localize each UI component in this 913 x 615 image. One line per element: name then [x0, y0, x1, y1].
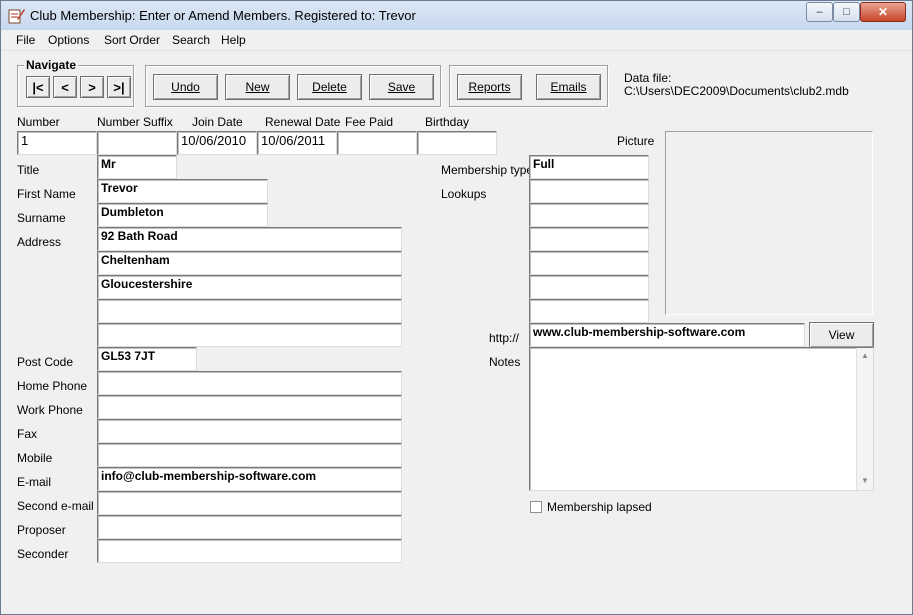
window-title: Club Membership: Enter or Amend Members.… — [30, 8, 416, 23]
menu-help[interactable]: Help — [221, 33, 246, 47]
renewal-date-field[interactable]: 10/06/2011 — [257, 131, 337, 155]
proposer-label: Proposer — [17, 523, 66, 537]
proposer-field[interactable] — [97, 515, 402, 539]
app-icon — [8, 9, 25, 24]
navigate-legend: Navigate — [24, 58, 79, 72]
first-name-field[interactable]: Trevor — [97, 179, 268, 203]
app-window: Club Membership: Enter or Amend Members.… — [0, 0, 913, 615]
minimize-icon: ‒ — [816, 6, 823, 18]
surname-field[interactable]: Dumbleton — [97, 203, 268, 227]
lookup-field-3[interactable] — [529, 227, 649, 251]
seconder-label: Seconder — [17, 547, 69, 561]
address-line-3-field[interactable]: Gloucestershire — [97, 275, 402, 299]
home-phone-label: Home Phone — [17, 379, 88, 393]
mobile-field[interactable] — [97, 443, 402, 467]
scroll-up-icon[interactable]: ▲ — [861, 351, 869, 360]
notes-scrollbar[interactable]: ▲ ▼ — [856, 348, 873, 490]
address-line-5-field[interactable] — [97, 323, 402, 347]
membership-type-label: Membership type — [441, 163, 534, 177]
lookup-field-5[interactable] — [529, 275, 649, 299]
minimize-button[interactable]: ‒ — [806, 2, 833, 22]
emails-button[interactable]: Emails — [536, 74, 601, 100]
delete-button[interactable]: Delete — [297, 74, 362, 100]
home-phone-field[interactable] — [97, 371, 402, 395]
membership-lapsed-checkbox[interactable] — [530, 501, 542, 513]
reports-button[interactable]: Reports — [457, 74, 522, 100]
data-file-path: C:\Users\DEC2009\Documents\club2.mdb — [624, 84, 849, 98]
title-bar: Club Membership: Enter or Amend Members.… — [1, 1, 912, 30]
website-field[interactable]: www.club-membership-software.com — [529, 323, 805, 347]
email-label: E-mail — [17, 475, 52, 489]
membership-lapsed-label: Membership lapsed — [547, 500, 652, 514]
fee-paid-field[interactable] — [337, 131, 417, 155]
picture-label: Picture — [617, 134, 655, 148]
mobile-label: Mobile — [17, 451, 53, 465]
new-button[interactable]: New — [225, 74, 290, 100]
fee-paid-label: Fee Paid — [345, 115, 394, 129]
scroll-down-icon[interactable]: ▼ — [861, 476, 869, 485]
last-record-button[interactable]: >| — [107, 76, 131, 98]
close-icon: ✕ — [877, 5, 889, 19]
notes-textarea[interactable] — [529, 347, 874, 491]
email-field[interactable]: info@club-membership-software.com — [97, 467, 402, 491]
birthday-label: Birthday — [425, 115, 470, 129]
membership-type-field[interactable]: Full — [529, 155, 649, 179]
post-code-label: Post Code — [17, 355, 74, 369]
post-code-field[interactable]: GL53 7JT — [97, 347, 197, 371]
lookup-field-6[interactable] — [529, 299, 649, 323]
number-field[interactable]: 1 — [17, 131, 97, 155]
first-record-button[interactable]: |< — [26, 76, 50, 98]
first-name-label: First Name — [17, 187, 76, 201]
birthday-field[interactable] — [417, 131, 497, 155]
menu-sort-order[interactable]: Sort Order — [104, 33, 160, 47]
menu-file[interactable]: File — [16, 33, 35, 47]
second-email-label: Second e-mail — [17, 499, 94, 513]
data-file-label: Data file: — [624, 71, 672, 85]
picture-box[interactable] — [665, 131, 873, 315]
maximize-button[interactable]: □ — [833, 2, 860, 22]
menu-bar: File Options Sort Order Search Help — [1, 30, 912, 51]
second-email-field[interactable] — [97, 491, 402, 515]
title-label: Title — [17, 163, 40, 177]
menu-options[interactable]: Options — [48, 33, 89, 47]
fax-label: Fax — [17, 427, 38, 441]
number-label: Number — [17, 115, 60, 129]
lookups-label: Lookups — [441, 187, 487, 201]
renewal-date-label: Renewal Date — [265, 115, 341, 129]
lookup-field-1[interactable] — [529, 179, 649, 203]
next-record-button[interactable]: > — [80, 76, 104, 98]
maximize-icon: □ — [843, 6, 850, 18]
address-label: Address — [17, 235, 62, 249]
fax-field[interactable] — [97, 419, 402, 443]
lookup-field-4[interactable] — [529, 251, 649, 275]
address-line-4-field[interactable] — [97, 299, 402, 323]
save-button[interactable]: Save — [369, 74, 434, 100]
previous-record-button[interactable]: < — [53, 76, 77, 98]
view-website-button[interactable]: View — [809, 322, 874, 348]
surname-label: Surname — [17, 211, 66, 225]
undo-button[interactable]: Undo — [153, 74, 218, 100]
http-label: http:// — [489, 331, 520, 345]
title-field[interactable]: Mr — [97, 155, 177, 179]
notes-label: Notes — [489, 355, 521, 369]
number-suffix-label: Number Suffix — [97, 115, 173, 129]
work-phone-label: Work Phone — [17, 403, 83, 417]
menu-search[interactable]: Search — [172, 33, 210, 47]
close-button[interactable]: ✕ — [860, 2, 906, 22]
work-phone-field[interactable] — [97, 395, 402, 419]
number-suffix-field[interactable] — [97, 131, 177, 155]
join-date-field[interactable]: 10/06/2010 — [177, 131, 257, 155]
address-line-2-field[interactable]: Cheltenham — [97, 251, 402, 275]
lookup-field-2[interactable] — [529, 203, 649, 227]
address-line-1-field[interactable]: 92 Bath Road — [97, 227, 402, 251]
seconder-field[interactable] — [97, 539, 402, 563]
join-date-label: Join Date — [192, 115, 243, 129]
